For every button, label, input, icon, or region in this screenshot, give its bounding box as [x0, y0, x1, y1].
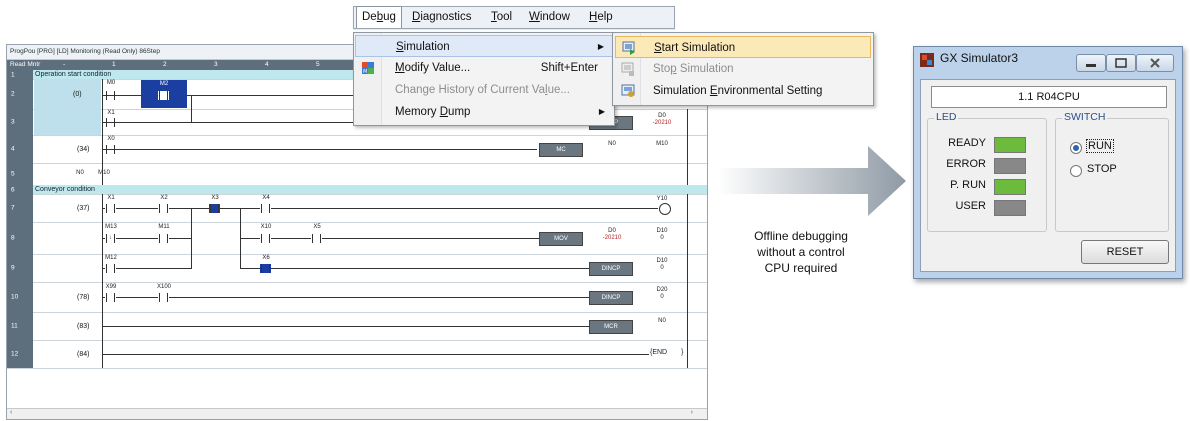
- cpu-display: 1.1 R04CPU: [931, 86, 1167, 108]
- instruction-dincp-d10[interactable]: DINCP: [589, 262, 633, 276]
- debug-dropdown: Simulation ▶ M Modify Value... Shift+Ent…: [353, 32, 615, 126]
- caption-text: Offline debugging without a control CPU …: [754, 229, 848, 275]
- menu-window[interactable]: Window: [529, 7, 570, 28]
- contact-x100[interactable]: [158, 293, 169, 302]
- stop-simulation-icon: [621, 62, 634, 76]
- maximize-button[interactable]: [1106, 54, 1136, 72]
- instruction-mcr[interactable]: MCR: [589, 320, 633, 334]
- ladder-row-9[interactable]: 9 M12 X6 DINCP D10 0: [7, 238, 707, 283]
- simulator-body: 1.1 R04CPU LED READY ERROR P. RUN USER S…: [920, 79, 1176, 272]
- start-simulation-icon: [622, 41, 635, 55]
- column-2: 2: [163, 61, 167, 68]
- instruction-mov[interactable]: MOV: [539, 232, 583, 246]
- contact-m2: [158, 91, 169, 100]
- led-error: [994, 158, 1026, 174]
- simulator-title: GX Simulator3: [940, 51, 1019, 65]
- contact-x6-on[interactable]: [260, 264, 271, 273]
- environment-setting-icon: [621, 84, 635, 97]
- radio-stop[interactable]: [1070, 165, 1082, 177]
- close-icon: [1150, 58, 1160, 68]
- contact-x5[interactable]: [311, 234, 322, 243]
- contact-x3-on[interactable]: [209, 204, 220, 213]
- ladder-row-4[interactable]: 4 (34) X0 MC N0 M10: [7, 135, 707, 164]
- menu-item-modify-value[interactable]: M Modify Value... Shift+Enter: [355, 57, 613, 79]
- contact-m0[interactable]: [105, 91, 116, 100]
- ladder-row-11[interactable]: 11 (83) MCR N0: [7, 312, 707, 341]
- column-5: 5: [316, 61, 320, 68]
- column-dash: -: [63, 61, 66, 68]
- menu-debug[interactable]: Debug: [356, 6, 402, 28]
- column-1: 1: [112, 61, 116, 68]
- comment-operation-start: Operation start condition: [35, 71, 112, 78]
- simulation-submenu: Start Simulation Stop Simulation Simulat…: [612, 32, 874, 106]
- close-button[interactable]: [1136, 54, 1174, 72]
- minimize-button[interactable]: [1076, 54, 1106, 72]
- led-p-run: [994, 179, 1026, 195]
- contact-x99[interactable]: [105, 293, 116, 302]
- led-ready: [994, 137, 1026, 153]
- coil-y10[interactable]: [659, 203, 671, 215]
- simulator-app-icon: [920, 53, 934, 67]
- menu-item-stop-simulation[interactable]: Stop Simulation: [615, 58, 871, 80]
- menu-item-change-history[interactable]: Change History of Current Value...: [355, 79, 613, 101]
- end-instruction: {END: [650, 349, 668, 356]
- scroll-right-icon[interactable]: ›: [691, 409, 693, 416]
- radio-run[interactable]: [1070, 142, 1082, 154]
- led-user: [994, 200, 1026, 216]
- instruction-dincp-d20[interactable]: DINCP: [589, 291, 633, 305]
- modify-value-icon: M: [362, 62, 374, 75]
- led-group: LED READY ERROR P. RUN USER: [927, 111, 1047, 232]
- contact-x10[interactable]: [260, 234, 271, 243]
- gx-simulator-window: GX Simulator3 1.1 R04CPU LED READY ERROR…: [913, 46, 1183, 279]
- menu-item-start-simulation[interactable]: Start Simulation: [615, 36, 871, 58]
- menu-bar: Debug Diagnostics Tool Window Help: [353, 6, 675, 29]
- radio-stop-label: STOP: [1087, 163, 1117, 175]
- submenu-arrow-icon: ▶: [598, 107, 605, 116]
- menu-help[interactable]: Help: [589, 7, 613, 28]
- contact-x4[interactable]: [260, 204, 271, 213]
- maximize-icon: [1115, 58, 1127, 68]
- reset-button[interactable]: RESET: [1081, 240, 1169, 264]
- horizontal-scrollbar[interactable]: ‹ ›: [7, 408, 707, 419]
- contact-m13[interactable]: ↓: [105, 234, 116, 243]
- right-arrow-icon: [718, 146, 906, 216]
- column-3: 3: [214, 61, 218, 68]
- contact-m11[interactable]: [158, 234, 169, 243]
- switch-group: SWITCH RUN STOP: [1055, 111, 1169, 232]
- minimize-icon: [1086, 64, 1096, 67]
- shortcut-label: Shift+Enter: [540, 62, 598, 74]
- radio-run-label: RUN: [1086, 139, 1114, 153]
- ladder-row-8[interactable]: 8 M13 ↓ M11 X10 X5 MOV D0 -20210 D10 0: [7, 208, 707, 255]
- submenu-arrow-icon: ▶: [597, 42, 604, 51]
- instruction-mc[interactable]: MC: [539, 143, 583, 157]
- contact-x2[interactable]: [158, 204, 169, 213]
- scroll-left-icon[interactable]: ‹: [10, 409, 12, 416]
- menu-item-simulation-env-setting[interactable]: Simulation Environmental Setting: [615, 80, 871, 102]
- menu-diagnostics[interactable]: Diagnostics: [412, 7, 471, 28]
- column-4: 4: [265, 61, 269, 68]
- switch-group-title: SWITCH: [1062, 111, 1108, 123]
- menu-item-simulation[interactable]: Simulation ▶: [355, 35, 613, 57]
- svg-text:M: M: [363, 69, 367, 75]
- contact-x1-b[interactable]: [105, 204, 116, 213]
- menu-item-memory-dump[interactable]: Memory Dump ▶: [355, 101, 613, 123]
- ladder-row-5[interactable]: 5 N0 M10: [7, 163, 707, 186]
- ladder-row-10[interactable]: 10 (78) X99 X100 DINCP D20 0: [7, 282, 707, 313]
- ladder-row-7[interactable]: 7 (37) X1 X2 X3 X4 Y10: [7, 194, 707, 254]
- mode-label: Read Mntr: [10, 61, 41, 68]
- led-group-title: LED: [934, 111, 959, 123]
- ladder-row-12[interactable]: 12 (84) {END }: [7, 340, 707, 369]
- comment-conveyor: Conveyor condition: [35, 186, 95, 193]
- step-number: (0): [73, 91, 82, 98]
- contact-m12[interactable]: [105, 264, 116, 273]
- menu-tool[interactable]: Tool: [491, 7, 512, 28]
